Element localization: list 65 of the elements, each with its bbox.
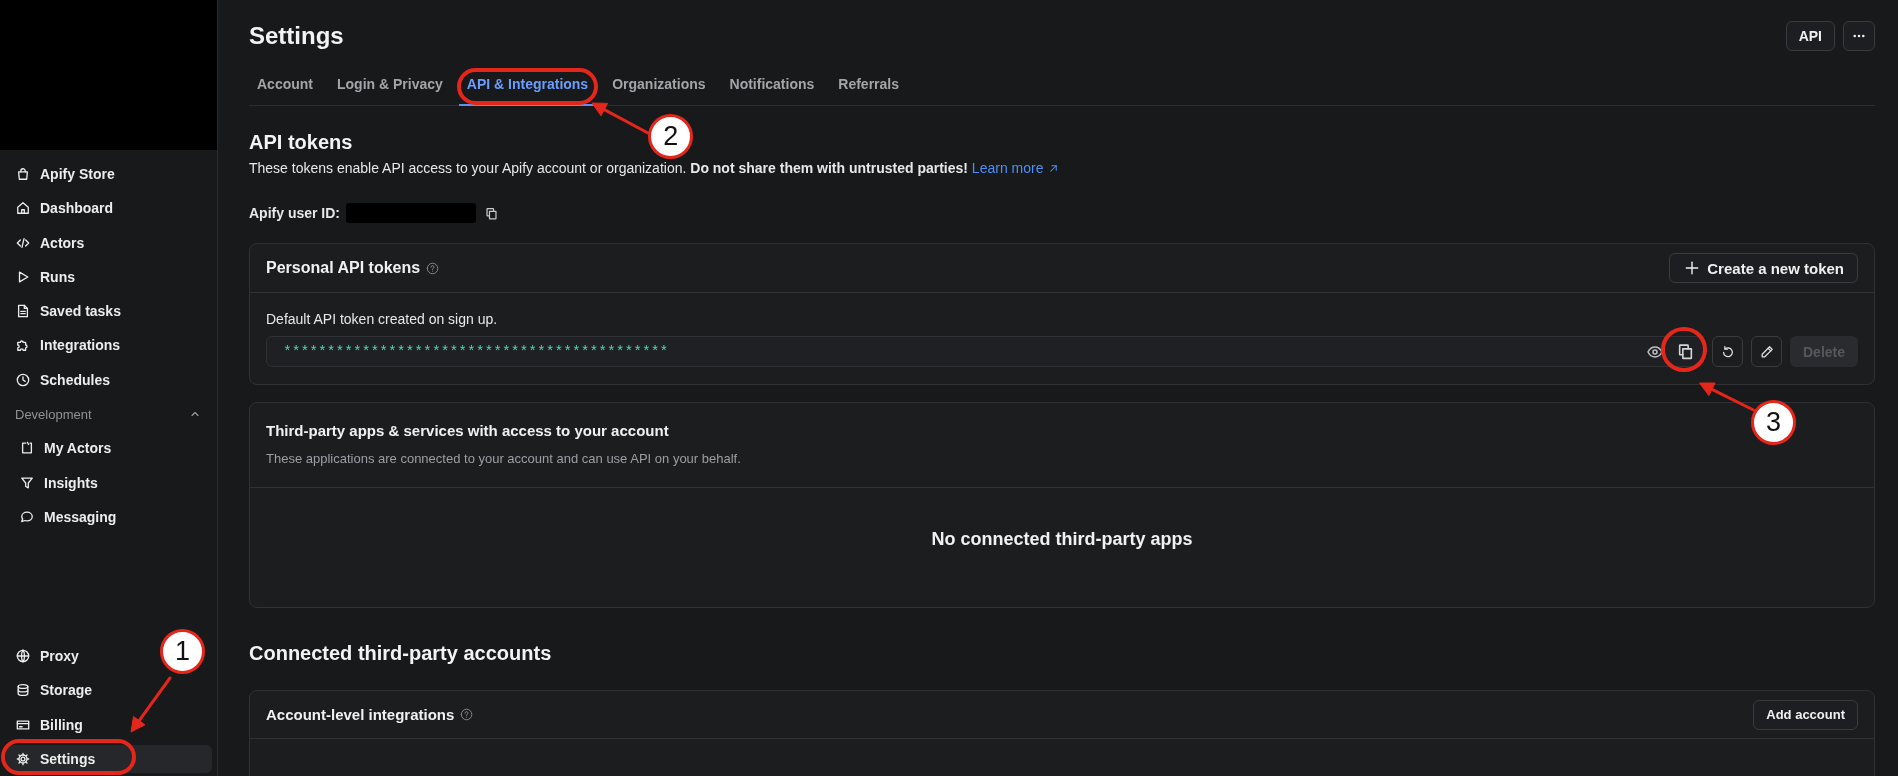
sidebar-item[interactable]: Messaging (6, 502, 127, 531)
section-heading: API tokens (249, 130, 353, 155)
tab[interactable]: Organizations (604, 66, 714, 106)
tab[interactable]: Account (249, 66, 321, 106)
regenerate-button[interactable] (1712, 336, 1743, 367)
home-icon (16, 201, 30, 216)
callout-number: 2 (648, 114, 694, 159)
play-icon (16, 269, 30, 284)
panel-title: Personal API tokens (266, 259, 421, 277)
sidebar-item[interactable]: Apify Store (6, 160, 125, 188)
help-icon[interactable] (460, 708, 474, 721)
sidebar-item[interactable]: Storage (6, 676, 103, 705)
sidebar-item[interactable]: Proxy (6, 642, 89, 671)
credit-card-icon (16, 717, 30, 732)
settings-icon (16, 752, 30, 766)
document-icon (16, 304, 30, 319)
eye-icon[interactable] (1647, 343, 1663, 360)
section-header[interactable]: Development (6, 400, 212, 429)
sidebar-item[interactable]: Integrations (6, 331, 131, 360)
sidebar-item[interactable]: Saved tasks (6, 297, 131, 326)
highlight-ring (1661, 327, 1707, 372)
pencil-icon (1759, 344, 1774, 359)
more-icon (1853, 34, 1865, 38)
sidebar-item[interactable]: Billing (6, 710, 93, 739)
description-text: These tokens enable API access to your Apify account or organization. Do not share them with untrusted parties! Learn more (249, 158, 1060, 178)
panel-title: Third-party apps & services with access to your account (266, 421, 669, 441)
page-title: Settings (249, 21, 344, 51)
database-icon (16, 683, 30, 698)
tab[interactable]: Login & Privacy (329, 66, 451, 106)
tab[interactable]: Referrals (830, 66, 907, 106)
user-id-label: Apify user ID: (249, 205, 340, 221)
filter-icon (20, 475, 34, 490)
clock-icon (16, 372, 30, 387)
plus-icon (1685, 261, 1700, 275)
token-value: ******************************************** (283, 343, 669, 360)
token-description: Default API token created on sign up. (266, 310, 498, 329)
shopping-bag-icon (16, 167, 30, 181)
square-icon (20, 441, 34, 456)
copy-icon[interactable] (1677, 343, 1694, 360)
globe-icon (16, 649, 30, 664)
api-button[interactable]: API (1785, 21, 1835, 51)
sidebar-item[interactable]: Insights (6, 468, 108, 497)
sidebar-item[interactable]: Actors (6, 228, 95, 257)
create-token-button[interactable]: Create a new token (1669, 253, 1858, 283)
add-account-button[interactable]: Add account (1753, 699, 1858, 730)
refresh-icon (1720, 344, 1735, 359)
panel-subtitle: These applications are connected to your account and can use API on your behalf. (266, 450, 741, 468)
sidebar-item[interactable]: Runs (6, 262, 85, 291)
section-heading: Connected third-party accounts (249, 641, 552, 666)
callout-number: 1 (160, 629, 205, 674)
panel-title: Account-level integrations (266, 706, 455, 723)
help-icon[interactable] (426, 261, 440, 275)
puzzle-icon (16, 338, 30, 353)
sidebar-item[interactable]: My Actors (6, 434, 122, 463)
copy-icon[interactable] (485, 206, 498, 220)
code-icon (16, 235, 30, 250)
empty-state-message: No connected third-party apps (931, 528, 1193, 551)
external-link-icon (1048, 162, 1060, 174)
chat-bubble-icon (20, 509, 34, 524)
learn-more-link[interactable]: Learn more (971, 158, 1060, 178)
edit-button[interactable] (1751, 336, 1782, 367)
tab[interactable]: Notifications (721, 66, 823, 106)
sidebar-item[interactable]: Schedules (6, 365, 121, 394)
sidebar-item[interactable]: Settings (6, 745, 212, 773)
sidebar-item[interactable]: Dashboard (6, 194, 124, 223)
